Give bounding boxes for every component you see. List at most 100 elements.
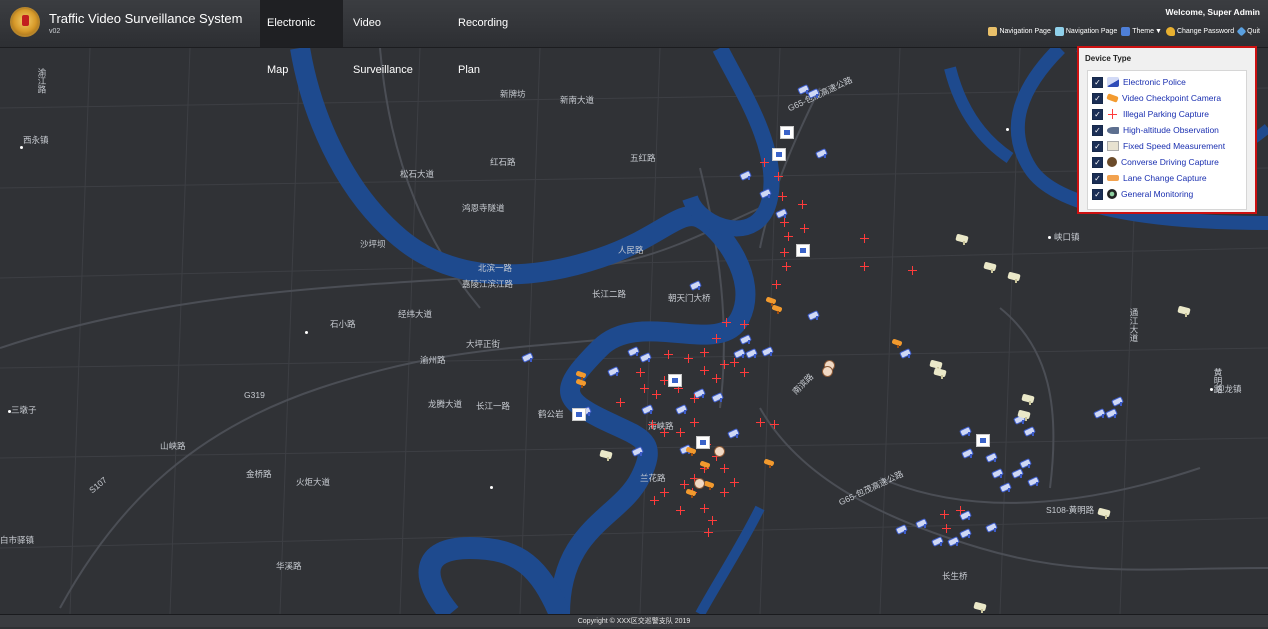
speed-measurement-marker[interactable] [780, 126, 794, 139]
illegal-parking-marker[interactable] [660, 428, 669, 437]
illegal-parking-marker[interactable] [676, 506, 685, 515]
electronic-police-marker[interactable] [916, 518, 929, 528]
converse-driving-marker[interactable] [694, 478, 705, 489]
device-type-illegal-parking[interactable]: ✓ Illegal Parking Capture [1092, 107, 1209, 121]
quit-link[interactable]: Quit [1236, 26, 1260, 37]
illegal-parking-marker[interactable] [664, 350, 673, 359]
video-checkpoint-marker[interactable] [700, 460, 712, 470]
electronic-police-marker[interactable] [960, 528, 973, 538]
illegal-parking-marker[interactable] [740, 320, 749, 329]
illegal-parking-marker[interactable] [860, 262, 869, 271]
electronic-police-marker[interactable] [690, 280, 703, 290]
general-monitoring-marker[interactable] [974, 602, 988, 613]
electronic-police-marker[interactable] [760, 188, 773, 198]
illegal-parking-marker[interactable] [956, 506, 965, 515]
illegal-parking-marker[interactable] [774, 172, 783, 181]
general-monitoring-marker[interactable] [1008, 272, 1022, 283]
illegal-parking-marker[interactable] [780, 218, 789, 227]
illegal-parking-marker[interactable] [770, 420, 779, 429]
video-checkpoint-marker[interactable] [892, 338, 904, 348]
general-monitoring-marker[interactable] [1098, 508, 1112, 519]
theme-menu[interactable]: Theme ▼ [1121, 27, 1162, 36]
electronic-police-marker[interactable] [808, 310, 821, 320]
speed-measurement-marker[interactable] [696, 436, 710, 449]
illegal-parking-marker[interactable] [942, 524, 951, 533]
checkbox-illegal-parking[interactable]: ✓ [1092, 108, 1103, 120]
electronic-police-marker[interactable] [960, 426, 973, 436]
navigation-page-link-2[interactable]: Navigation Page [1054, 27, 1117, 36]
video-checkpoint-marker[interactable] [704, 480, 716, 490]
tab-electronic-map[interactable]: Electronic Map [260, 0, 343, 76]
electronic-police-marker[interactable] [762, 346, 775, 356]
electronic-police-marker[interactable] [608, 366, 621, 376]
electronic-police-marker[interactable] [1106, 408, 1119, 418]
illegal-parking-marker[interactable] [704, 528, 713, 537]
electronic-police-marker[interactable] [1000, 482, 1013, 492]
illegal-parking-marker[interactable] [700, 348, 709, 357]
video-checkpoint-marker[interactable] [764, 458, 776, 468]
speed-measurement-marker[interactable] [772, 148, 786, 161]
device-type-lane-change[interactable]: ✓ Lane Change Capture [1092, 171, 1207, 185]
illegal-parking-marker[interactable] [712, 374, 721, 383]
general-monitoring-marker[interactable] [956, 234, 970, 245]
speed-measurement-marker[interactable] [668, 374, 682, 387]
electronic-police-marker[interactable] [1112, 396, 1125, 406]
electronic-police-marker[interactable] [992, 468, 1005, 478]
illegal-parking-marker[interactable] [940, 510, 949, 519]
video-checkpoint-marker[interactable] [576, 370, 588, 380]
speed-measurement-marker[interactable] [976, 434, 990, 447]
illegal-parking-marker[interactable] [760, 158, 769, 167]
electronic-police-marker[interactable] [1024, 426, 1037, 436]
electronic-police-marker[interactable] [932, 536, 945, 546]
electronic-police-marker[interactable] [1028, 476, 1041, 486]
speed-measurement-marker[interactable] [572, 408, 586, 421]
electronic-police-marker[interactable] [740, 170, 753, 180]
electronic-police-marker[interactable] [808, 88, 821, 98]
general-monitoring-marker[interactable] [984, 262, 998, 273]
illegal-parking-marker[interactable] [730, 478, 739, 487]
electronic-police-marker[interactable] [986, 452, 999, 462]
illegal-parking-marker[interactable] [798, 200, 807, 209]
checkbox-fixed-speed[interactable]: ✓ [1092, 140, 1103, 152]
illegal-parking-marker[interactable] [730, 358, 739, 367]
general-monitoring-marker[interactable] [1178, 306, 1192, 317]
electronic-police-marker[interactable] [712, 392, 725, 402]
illegal-parking-marker[interactable] [782, 262, 791, 271]
converse-driving-marker[interactable] [822, 366, 833, 377]
device-type-video-checkpoint[interactable]: ✓ Video Checkpoint Camera [1092, 91, 1221, 105]
electronic-police-marker[interactable] [746, 348, 759, 358]
checkbox-general-monitoring[interactable]: ✓ [1092, 188, 1103, 200]
electronic-police-marker[interactable] [816, 148, 829, 158]
video-checkpoint-marker[interactable] [686, 488, 698, 498]
electronic-police-marker[interactable] [642, 404, 655, 414]
electronic-police-marker[interactable] [948, 536, 961, 546]
general-monitoring-marker[interactable] [934, 368, 948, 379]
illegal-parking-marker[interactable] [784, 232, 793, 241]
illegal-parking-marker[interactable] [780, 248, 789, 257]
illegal-parking-marker[interactable] [740, 368, 749, 377]
electronic-police-marker[interactable] [900, 348, 913, 358]
general-monitoring-marker[interactable] [1022, 394, 1036, 405]
general-monitoring-marker[interactable] [1018, 410, 1032, 421]
illegal-parking-marker[interactable] [908, 266, 917, 275]
electronic-police-marker[interactable] [632, 446, 645, 456]
illegal-parking-marker[interactable] [722, 318, 731, 327]
video-checkpoint-marker[interactable] [772, 304, 784, 314]
tab-video-surveillance[interactable]: Video Surveillance [346, 0, 448, 76]
device-type-electronic-police[interactable]: ✓ Electronic Police [1092, 75, 1186, 89]
illegal-parking-marker[interactable] [700, 366, 709, 375]
illegal-parking-marker[interactable] [660, 488, 669, 497]
electronic-police-marker[interactable] [740, 334, 753, 344]
speed-measurement-marker[interactable] [796, 244, 810, 257]
illegal-parking-marker[interactable] [652, 390, 661, 399]
electronic-police-marker[interactable] [896, 524, 909, 534]
general-monitoring-marker[interactable] [600, 450, 614, 461]
converse-driving-marker[interactable] [714, 446, 725, 457]
illegal-parking-marker[interactable] [708, 516, 717, 525]
electronic-police-marker[interactable] [962, 448, 975, 458]
illegal-parking-marker[interactable] [720, 464, 729, 473]
illegal-parking-marker[interactable] [676, 428, 685, 437]
navigation-page-link-1[interactable]: Navigation Page [988, 27, 1051, 36]
illegal-parking-marker[interactable] [720, 488, 729, 497]
electronic-police-marker[interactable] [776, 208, 789, 218]
